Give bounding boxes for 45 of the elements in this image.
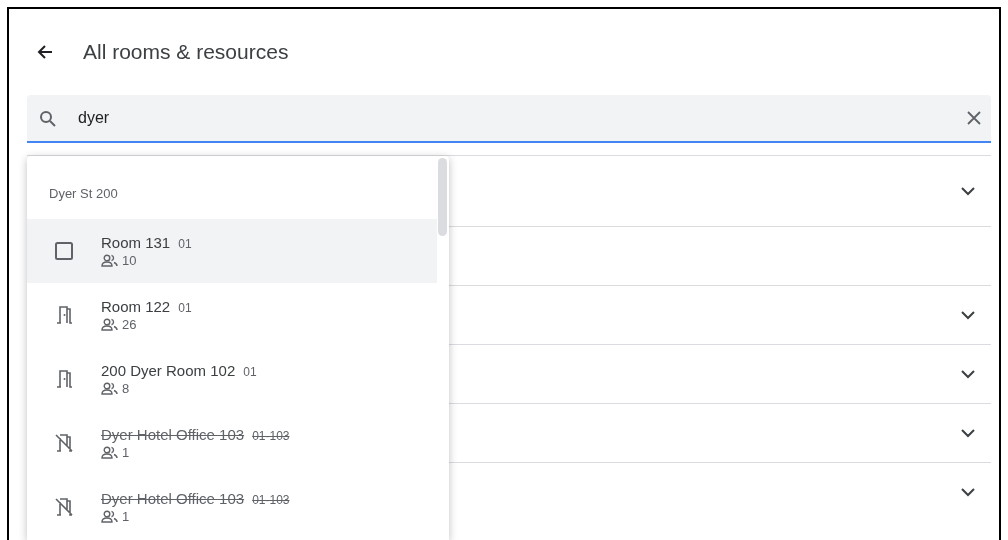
door-slash-icon — [55, 498, 73, 516]
chevron-down-icon[interactable] — [961, 186, 975, 196]
search-icon — [39, 109, 56, 127]
room-capacity: 1 — [122, 445, 130, 460]
scrollbar-thumb[interactable] — [438, 158, 447, 236]
room-capacity: 8 — [122, 381, 130, 396]
people-icon — [101, 254, 118, 267]
search-input[interactable]: dyer — [76, 108, 947, 128]
checkbox-icon[interactable] — [55, 242, 73, 260]
chevron-down-icon[interactable] — [961, 428, 975, 438]
room-option[interactable]: 200 Dyer Room 102 01 8 — [27, 347, 437, 411]
room-name: Room 122 — [101, 298, 171, 315]
room-option[interactable]: Dyer Hotel Office 103 01-103 1 — [27, 411, 437, 475]
search-bar[interactable]: dyer — [27, 95, 991, 143]
group-heading: Dyer St 200 — [49, 186, 118, 201]
back-arrow-icon — [37, 44, 53, 60]
close-button[interactable] — [967, 111, 981, 125]
door-icon — [56, 306, 72, 324]
back-button[interactable] — [37, 44, 53, 60]
room-name: Room 131 — [101, 234, 171, 251]
people-icon — [101, 510, 118, 523]
room-code: 01 — [178, 237, 192, 251]
room-option[interactable]: Room 131 01 10 — [27, 219, 437, 283]
room-code: 01-103 — [252, 429, 290, 443]
room-capacity: 1 — [122, 509, 130, 524]
room-capacity: 10 — [122, 253, 137, 268]
people-icon — [101, 446, 118, 459]
door-slash-icon — [55, 434, 73, 452]
close-icon — [967, 111, 981, 125]
chevron-down-icon[interactable] — [961, 369, 975, 379]
people-icon — [101, 382, 118, 395]
chevron-down-icon[interactable] — [961, 310, 975, 320]
page-title: All rooms & resources — [83, 40, 289, 64]
room-code: 01 — [178, 301, 192, 315]
room-code: 01-103 — [252, 493, 290, 507]
room-capacity: 26 — [122, 317, 137, 332]
room-code: 01 — [243, 365, 257, 379]
door-icon — [56, 370, 72, 388]
room-name: 200 Dyer Room 102 — [101, 362, 236, 379]
room-name: Dyer Hotel Office 103 — [101, 426, 245, 443]
room-name: Dyer Hotel Office 103 — [101, 490, 245, 507]
chevron-down-icon[interactable] — [961, 487, 975, 497]
room-option[interactable]: Room 122 01 26 — [27, 283, 437, 347]
room-option[interactable]: Dyer Hotel Office 103 01-103 1 — [27, 475, 437, 539]
people-icon — [101, 318, 118, 331]
